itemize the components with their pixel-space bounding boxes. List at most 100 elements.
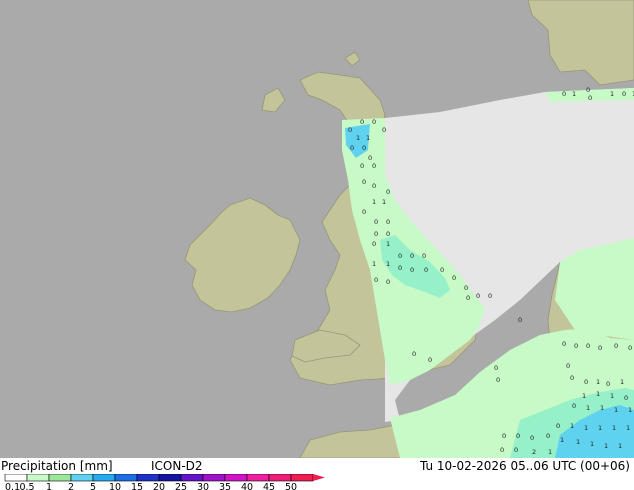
scale-swatch xyxy=(202,474,226,482)
precip-marker: 1 xyxy=(572,90,576,98)
precip-marker: 0 xyxy=(624,394,628,402)
precip-marker: 1 xyxy=(372,198,376,206)
precip-marker: 0 xyxy=(488,292,492,300)
precip-marker: 0 xyxy=(586,86,590,94)
scale-tick-label: 40 xyxy=(241,482,253,490)
precipitation-map: 0 00 01 10 000 00 001 100 00 00 10 0 01 1 0 0 00 00000 000… xyxy=(0,0,634,458)
precip-marker: 0 xyxy=(360,118,364,126)
precip-marker: 1 xyxy=(382,198,386,206)
precip-marker: 1 xyxy=(614,406,618,414)
precip-marker: 0 xyxy=(428,356,432,364)
precip-marker: 0 xyxy=(368,154,372,162)
precip-marker: 1 xyxy=(372,260,376,268)
precip-marker: 0 xyxy=(476,292,480,300)
precip-marker: 0 xyxy=(516,432,520,440)
precip-marker: 1 xyxy=(620,378,624,386)
precip-marker: 1 xyxy=(626,424,630,432)
scale-tick-label: 1 xyxy=(46,482,52,490)
precip-marker: 0 xyxy=(500,446,504,454)
scale-tick-label: 10 xyxy=(109,482,121,490)
legend-title: Precipitation [mm] xyxy=(1,459,113,473)
precip-marker: 0 xyxy=(588,94,592,102)
scale-tick-label: 2 xyxy=(68,482,74,490)
precip-marker: 0 xyxy=(410,266,414,274)
precip-marker: 1 xyxy=(386,240,390,248)
precip-marker: 0 xyxy=(386,188,390,196)
scale-tick-label: 25 xyxy=(175,482,187,490)
scale-swatch xyxy=(4,474,28,482)
precip-marker: 1 xyxy=(598,424,602,432)
precip-marker: 1 xyxy=(600,404,604,412)
precip-marker: 0 xyxy=(614,342,618,350)
precip-marker: 0 xyxy=(466,294,470,302)
precip-marker: 0 xyxy=(386,278,390,286)
precip-marker: 0 xyxy=(584,378,588,386)
precip-marker: 1 xyxy=(386,260,390,268)
precip-marker: 0 xyxy=(410,252,414,260)
scale-swatch xyxy=(136,474,160,482)
precip-marker: 1 xyxy=(560,436,564,444)
precip-marker: 1 xyxy=(590,440,594,448)
precip-marker: 1 xyxy=(548,448,552,456)
scale-swatch xyxy=(180,474,204,482)
precip-marker: 1 xyxy=(604,442,608,450)
precip-marker: 1 xyxy=(596,390,600,398)
scale-tick-label: 30 xyxy=(197,482,209,490)
precip-marker: 0 xyxy=(362,208,366,216)
precip-marker: 0 xyxy=(360,162,364,170)
scale-tick-label: 0.5 xyxy=(19,482,34,490)
precip-marker: 1 xyxy=(612,424,616,432)
scale-tick-label: 45 xyxy=(263,482,275,490)
precip-marker: 0 xyxy=(502,432,506,440)
legend-footer: Precipitation [mm] ICON-D2 Tu 10-02-2026… xyxy=(0,458,634,490)
precip-marker: 1 xyxy=(570,422,574,430)
precip-marker: 0 xyxy=(398,252,402,260)
precip-marker: 0 xyxy=(494,364,498,372)
precip-marker: 0 xyxy=(518,316,522,324)
precip-marker: 1 xyxy=(610,392,614,400)
precip-marker: 0 xyxy=(606,380,610,388)
scale-swatch xyxy=(268,474,292,482)
precip-marker: 0 xyxy=(350,144,354,152)
precip-marker: 0 xyxy=(422,252,426,260)
scale-tick-label: 0.1 xyxy=(5,482,20,490)
scale-swatch xyxy=(114,474,138,482)
precip-marker: 0 xyxy=(572,402,576,410)
precip-marker: 0 xyxy=(628,344,632,352)
precip-marker: 1 xyxy=(618,442,622,450)
precip-marker: 0 xyxy=(598,344,602,352)
precip-marker: 0 xyxy=(452,274,456,282)
precip-marker: 0 xyxy=(566,362,570,370)
scale-swatch xyxy=(224,474,248,482)
precip-marker: 0 xyxy=(514,446,518,454)
scale-tick-label: 35 xyxy=(219,482,231,490)
precip-marker: 0 xyxy=(398,264,402,272)
scale-swatch xyxy=(92,474,116,482)
scale-tick-label: 5 xyxy=(90,482,96,490)
precip-marker: 0 xyxy=(464,284,468,292)
model-name: ICON-D2 xyxy=(151,459,203,473)
precip-marker: 0 xyxy=(530,434,534,442)
scale-swatch xyxy=(48,474,72,482)
precip-marker: 0 xyxy=(382,126,386,134)
precip-marker: 0 xyxy=(412,350,416,358)
precip-marker: 0 xyxy=(372,118,376,126)
precip-marker: 0 xyxy=(546,432,550,440)
precip-marker: 0 xyxy=(622,90,626,98)
precip-marker: 1 xyxy=(356,134,360,142)
scale-swatch xyxy=(290,474,314,482)
scale-swatch xyxy=(70,474,94,482)
precip-marker: 1 xyxy=(576,438,580,446)
precip-marker: 0 xyxy=(562,340,566,348)
scale-tick-label: 50 xyxy=(285,482,297,490)
precip-marker: 0 xyxy=(562,90,566,98)
precip-marker: 1 xyxy=(596,378,600,386)
precip-marker: 1 xyxy=(366,134,370,142)
precip-marker: 0 xyxy=(374,230,378,238)
precip-marker: 0 xyxy=(440,266,444,274)
precip-marker: 1 xyxy=(582,392,586,400)
precip-marker: 0 xyxy=(586,342,590,350)
scale-tick-label: 20 xyxy=(153,482,165,490)
precip-marker: 0 xyxy=(372,162,376,170)
precip-marker: 2 xyxy=(532,448,536,456)
